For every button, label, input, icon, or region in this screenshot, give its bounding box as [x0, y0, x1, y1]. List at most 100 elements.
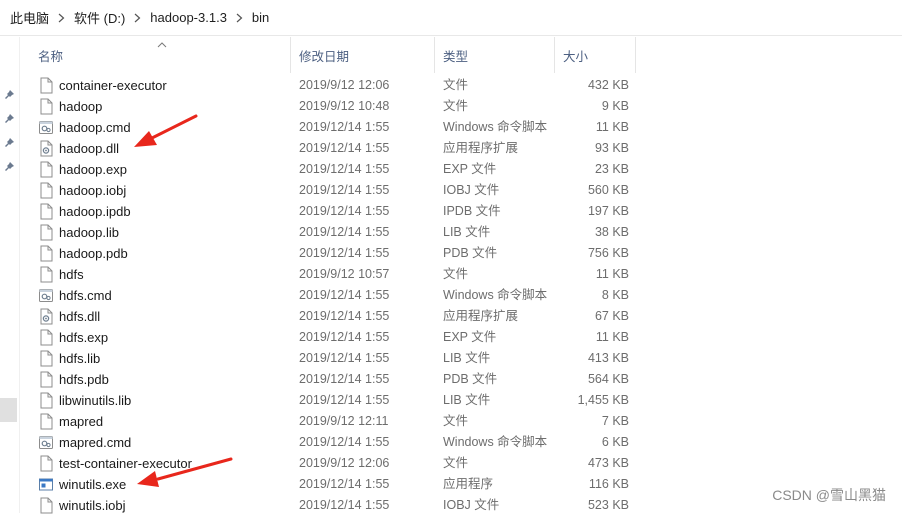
file-size: 93 KB [594, 141, 629, 155]
file-name: hadoop.ipdb [59, 204, 131, 219]
file-type: Windows 命令脚本 [443, 120, 548, 134]
column-header-name[interactable]: 名称 [30, 37, 291, 73]
chevron-right-icon[interactable] [134, 13, 141, 23]
file-modified-date: 2019/12/14 1:55 [299, 225, 390, 239]
file-row[interactable]: hadoop.dll 2019/12/14 1:55 应用程序扩展 93 KB [30, 138, 650, 159]
file-size: 197 KB [587, 204, 629, 218]
file-name: hdfs.pdb [59, 372, 109, 387]
file-modified-date: 2019/12/14 1:55 [299, 351, 390, 365]
file-name: hadoop.cmd [59, 120, 131, 135]
file-row[interactable]: hadoop 2019/9/12 10:48 文件 9 KB [30, 96, 650, 117]
file-row[interactable]: hdfs.cmd 2019/12/14 1:55 Windows 命令脚本 8 KB [30, 285, 650, 306]
file-row[interactable]: hdfs.pdb 2019/12/14 1:55 PDB 文件 564 KB [30, 369, 650, 390]
navigation-pane [0, 37, 20, 513]
dll-icon [38, 308, 54, 325]
file-icon [38, 98, 54, 115]
file-modified-date: 2019/12/14 1:55 [299, 435, 390, 449]
watermark: CSDN @雪山黑猫 [772, 487, 886, 503]
cmd-script-icon [38, 434, 54, 451]
file-modified-date: 2019/12/14 1:55 [299, 309, 390, 323]
file-row[interactable]: hdfs 2019/9/12 10:57 文件 11 KB [30, 264, 650, 285]
file-modified-date: 2019/12/14 1:55 [299, 246, 390, 260]
file-type: 文件 [443, 78, 469, 92]
breadcrumb-item-drive[interactable]: 软件 (D:) [74, 8, 125, 27]
file-icon [38, 182, 54, 199]
file-size: 7 KB [601, 414, 629, 428]
file-size: 560 KB [587, 183, 629, 197]
file-icon [38, 413, 54, 430]
file-row[interactable]: container-executor 2019/9/12 12:06 文件 432 K… [30, 75, 650, 96]
pin-icon[interactable] [4, 113, 15, 124]
file-name: hdfs.lib [59, 351, 101, 366]
file-type: 文件 [443, 414, 469, 428]
pin-icon[interactable] [4, 161, 15, 172]
file-modified-date: 2019/12/14 1:55 [299, 393, 390, 407]
column-header-size[interactable]: 大小 [555, 37, 636, 73]
file-modified-date: 2019/12/14 1:55 [299, 120, 390, 134]
file-icon [38, 455, 54, 472]
file-row[interactable]: hadoop.exp 2019/12/14 1:55 EXP 文件 23 KB [30, 159, 650, 180]
file-row[interactable]: winutils.exe 2019/12/14 1:55 应用程序 116 KB [30, 474, 650, 495]
file-row[interactable]: mapred.cmd 2019/12/14 1:55 Windows 命令脚本 6 K… [30, 432, 650, 453]
file-name: hadoop.lib [59, 225, 119, 240]
file-type: Windows 命令脚本 [443, 288, 548, 302]
file-name: hadoop.pdb [59, 246, 128, 261]
file-name: hadoop [59, 99, 103, 114]
file-type: EXP 文件 [443, 330, 497, 344]
file-modified-date: 2019/12/14 1:55 [299, 141, 390, 155]
exe-icon [38, 476, 54, 493]
file-icon [38, 371, 54, 388]
file-row[interactable]: mapred 2019/9/12 12:11 文件 7 KB [30, 411, 650, 432]
file-row[interactable]: hadoop.lib 2019/12/14 1:55 LIB 文件 38 KB [30, 222, 650, 243]
file-row[interactable]: hadoop.ipdb 2019/12/14 1:55 IPDB 文件 197 KB [30, 201, 650, 222]
scrollbar-thumb[interactable] [0, 398, 17, 422]
file-row[interactable]: hdfs.dll 2019/12/14 1:55 应用程序扩展 67 KB [30, 306, 650, 327]
file-size: 23 KB [594, 162, 629, 176]
file-type: 应用程序扩展 [443, 309, 519, 323]
file-row[interactable]: hadoop.cmd 2019/12/14 1:55 Windows 命令脚本 11 … [30, 117, 650, 138]
file-modified-date: 2019/12/14 1:55 [299, 288, 390, 302]
file-size: 473 KB [587, 456, 629, 470]
file-name: hadoop.iobj [59, 183, 127, 198]
breadcrumb-item-bin[interactable]: bin [252, 10, 269, 25]
chevron-right-icon[interactable] [236, 13, 243, 23]
file-size: 38 KB [594, 225, 629, 239]
breadcrumb-item-hadoop[interactable]: hadoop-3.1.3 [150, 10, 227, 25]
file-size: 6 KB [601, 435, 629, 449]
breadcrumb-item-this-pc[interactable]: 此电脑 [10, 8, 49, 27]
file-type: PDB 文件 [443, 246, 498, 260]
file-row[interactable]: hadoop.pdb 2019/12/14 1:55 PDB 文件 756 KB [30, 243, 650, 264]
file-size: 11 KB [595, 330, 629, 344]
file-size: 432 KB [587, 78, 629, 92]
file-icon [38, 392, 54, 409]
file-modified-date: 2019/12/14 1:55 [299, 330, 390, 344]
file-icon [38, 161, 54, 178]
file-name: hdfs.cmd [59, 288, 112, 303]
file-type: LIB 文件 [443, 351, 491, 365]
file-modified-date: 2019/9/12 12:11 [299, 414, 389, 428]
file-icon [38, 497, 54, 514]
file-row[interactable]: hdfs.lib 2019/12/14 1:55 LIB 文件 413 KB [30, 348, 650, 369]
dll-icon [38, 140, 54, 157]
file-row[interactable]: hdfs.exp 2019/12/14 1:55 EXP 文件 11 KB [30, 327, 650, 348]
file-name: libwinutils.lib [59, 393, 132, 408]
file-row[interactable]: hadoop.iobj 2019/12/14 1:55 IOBJ 文件 560 KB [30, 180, 650, 201]
pin-icon[interactable] [4, 137, 15, 148]
file-name: mapred.cmd [59, 435, 132, 450]
file-size: 11 KB [595, 120, 629, 134]
file-modified-date: 2019/12/14 1:55 [299, 204, 390, 218]
file-row[interactable]: libwinutils.lib 2019/12/14 1:55 LIB 文件 1,45… [30, 390, 650, 411]
pin-icon[interactable] [4, 89, 15, 100]
file-icon [38, 77, 54, 94]
chevron-right-icon[interactable] [58, 13, 65, 23]
file-type: 应用程序 [443, 477, 494, 491]
file-icon [38, 350, 54, 367]
file-row[interactable]: test-container-executor 2019/9/12 12:06 文件… [30, 453, 650, 474]
file-size: 116 KB [588, 477, 629, 491]
file-type: IPDB 文件 [443, 204, 501, 218]
file-modified-date: 2019/9/12 12:06 [299, 456, 390, 470]
column-header-type[interactable]: 类型 [435, 37, 555, 73]
column-header-date[interactable]: 修改日期 [291, 37, 435, 73]
cmd-script-icon [38, 119, 54, 136]
file-type: 文件 [443, 267, 469, 281]
